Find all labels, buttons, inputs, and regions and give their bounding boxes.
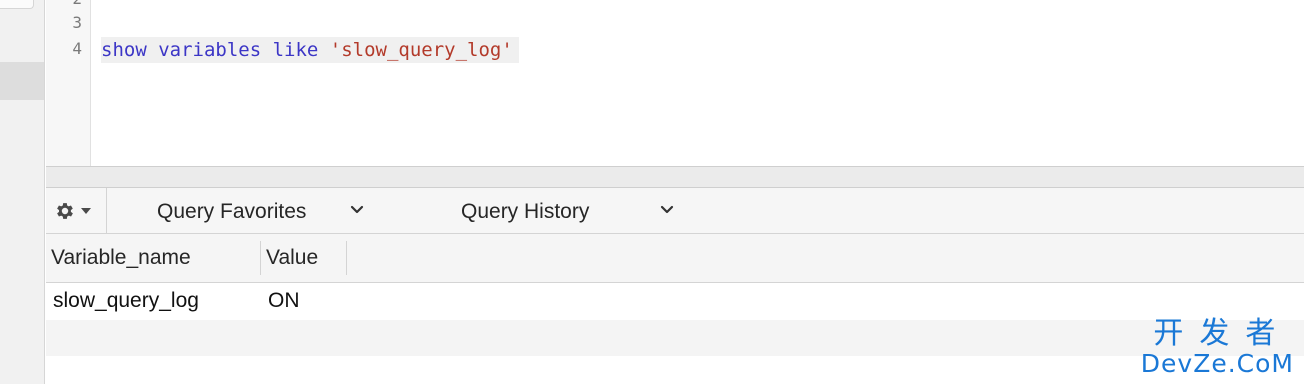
empty-table-row: [46, 320, 1304, 356]
column-header-variable-name[interactable]: Variable_name: [51, 246, 191, 270]
query-favorites-button[interactable]: Query Favorites: [157, 200, 306, 224]
results-header-row: Variable_name Value: [46, 234, 1304, 283]
toolbar-divider: [106, 188, 107, 234]
dropdown-triangle-icon: [81, 208, 91, 214]
table-row[interactable]: slow_query_log ON: [46, 283, 1304, 320]
query-history-button[interactable]: Query History: [461, 200, 589, 224]
sql-keywords: show variables like: [101, 39, 330, 61]
code-line-4[interactable]: show variables like 'slow_query_log': [101, 37, 519, 63]
chevron-down-icon[interactable]: [659, 202, 675, 218]
column-header-value[interactable]: Value: [266, 246, 318, 270]
line-number: 3: [72, 13, 82, 32]
column-divider[interactable]: [260, 241, 261, 275]
left-sidebar: [0, 0, 45, 384]
column-divider[interactable]: [346, 241, 347, 275]
watermark: 开发者 DevZe.CoM: [1141, 318, 1294, 378]
pane-splitter[interactable]: [46, 166, 1304, 188]
query-toolbar: Query Favorites Query History: [46, 188, 1304, 234]
gear-menu-button[interactable]: [54, 198, 98, 224]
sql-string-literal: 'slow_query_log': [329, 39, 513, 61]
watermark-chinese-text: 开发者: [1153, 316, 1292, 351]
line-number: 2: [46, 0, 82, 8]
sidebar-top-cell[interactable]: [0, 0, 34, 9]
cell-variable-name[interactable]: slow_query_log: [53, 289, 199, 313]
cell-value[interactable]: ON: [268, 289, 300, 313]
query-editor[interactable]: 2 3 4 show variables like 'slow_query_lo…: [46, 0, 1304, 166]
gear-icon: [57, 203, 73, 219]
chevron-down-icon[interactable]: [349, 202, 365, 218]
line-number: 4: [72, 39, 82, 58]
line-number-gutter: 2 3 4: [46, 0, 91, 166]
sidebar-selected-item[interactable]: [0, 62, 44, 100]
watermark-site-text: DevZe.CoM: [1140, 349, 1294, 378]
